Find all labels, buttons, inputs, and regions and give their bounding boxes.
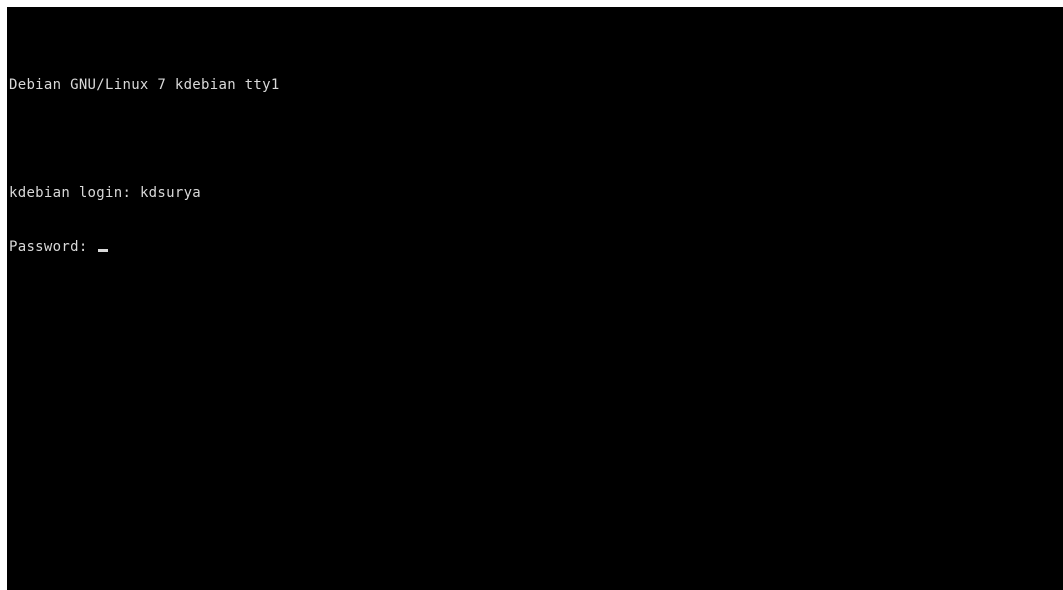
- password-prompt: Password:: [9, 239, 97, 255]
- console-output: Debian GNU/Linux 7 kdebian tty1 kdebian …: [9, 40, 280, 292]
- login-username-value[interactable]: kdsurya: [140, 185, 201, 201]
- tty-console-screen[interactable]: Debian GNU/Linux 7 kdebian tty1 kdebian …: [7, 7, 1063, 590]
- system-banner: Debian GNU/Linux 7 kdebian tty1: [9, 77, 280, 93]
- login-prompt: kdebian login:: [9, 185, 140, 201]
- text-cursor: [98, 249, 109, 252]
- login-line: kdebian login: kdsurya: [9, 184, 280, 202]
- password-line[interactable]: Password:: [9, 238, 280, 256]
